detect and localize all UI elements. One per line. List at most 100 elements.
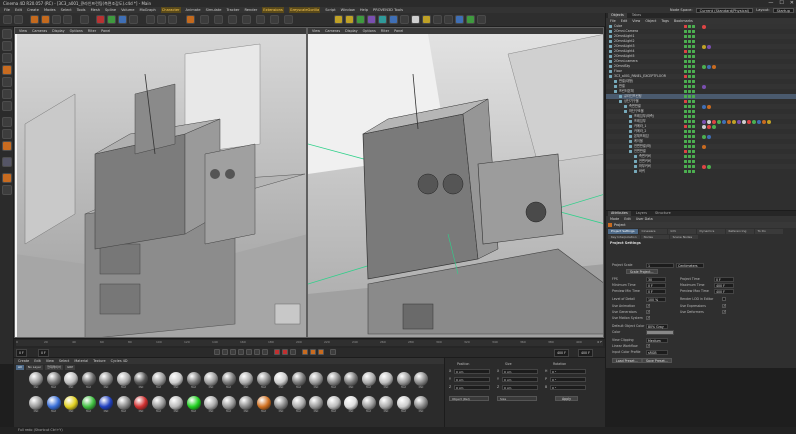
locked-workplane-icon[interactable]: [2, 185, 12, 195]
material-tag-icon[interactable]: [702, 44, 706, 49]
material-swatch[interactable]: Mat: [256, 372, 272, 394]
coords-mode-dropdown[interactable]: Object (Rel): [449, 396, 489, 401]
undo-icon[interactable]: [3, 15, 12, 24]
editor-visibility-icon[interactable]: [684, 95, 687, 98]
render-visibility-icon[interactable]: [688, 90, 691, 93]
material-swatch[interactable]: Mat: [116, 372, 132, 394]
enable-check-icon[interactable]: [692, 30, 695, 33]
render-visibility-icon[interactable]: [688, 140, 691, 143]
render-visibility-icon[interactable]: [688, 70, 691, 73]
enable-check-icon[interactable]: [692, 110, 695, 113]
input-color-dropdown[interactable]: sRGB: [646, 350, 668, 355]
editor-visibility-icon[interactable]: [684, 155, 687, 158]
material-swatch[interactable]: Mat: [378, 372, 394, 394]
render-visibility-icon[interactable]: [688, 55, 691, 58]
material-swatch[interactable]: Mat: [413, 396, 429, 418]
material-tag-icon[interactable]: [707, 124, 711, 129]
use-animation-checkbox[interactable]: [646, 304, 650, 309]
material-filter-tab[interactable]: GRP: [64, 365, 76, 370]
enable-check-icon[interactable]: [692, 95, 695, 98]
material-swatch[interactable]: Mat: [203, 372, 219, 394]
deformer-icon[interactable]: [270, 15, 279, 24]
material-tag-icon[interactable]: [707, 104, 711, 109]
bend-icon[interactable]: [389, 15, 398, 24]
enable-check-icon[interactable]: [692, 50, 695, 53]
enable-snap-icon[interactable]: [2, 173, 12, 183]
enable-check-icon[interactable]: [692, 70, 695, 73]
next-frame-icon[interactable]: [246, 349, 252, 355]
material-swatch[interactable]: Mat: [291, 396, 307, 418]
material-swatch[interactable]: Mat: [151, 372, 167, 394]
tweak-mode-icon[interactable]: [2, 129, 12, 139]
material-swatch[interactable]: Mat: [81, 396, 97, 418]
use-generators-checkbox[interactable]: [646, 310, 650, 315]
timeline-ruler[interactable]: 0 20 40 60 80 100 120 140 160 180 200 220 240 260 280 3…: [16, 340, 603, 346]
enable-check-icon[interactable]: [692, 55, 695, 58]
use-deformers-checkbox[interactable]: [722, 310, 726, 315]
lod-field[interactable]: 100 %: [646, 297, 666, 302]
pen-tool-icon[interactable]: [228, 15, 237, 24]
render-visibility-icon[interactable]: [688, 160, 691, 163]
material-swatch[interactable]: Mat: [361, 396, 377, 418]
cloner-icon[interactable]: [256, 15, 265, 24]
editor-visibility-icon[interactable]: [684, 80, 687, 83]
editor-visibility-icon[interactable]: [684, 40, 687, 43]
material-swatch[interactable]: Mat: [98, 372, 114, 394]
material-swatch[interactable]: Mat: [273, 372, 289, 394]
coords-apply-button[interactable]: Apply: [555, 396, 578, 401]
enable-check-icon[interactable]: [692, 25, 695, 28]
editor-visibility-icon[interactable]: [684, 170, 687, 173]
material-swatch[interactable]: Mat: [63, 396, 79, 418]
editor-visibility-icon[interactable]: [684, 55, 687, 58]
material-swatch[interactable]: Mat: [238, 396, 254, 418]
subdivision-icon[interactable]: [242, 15, 251, 24]
script-icon[interactable]: [433, 15, 442, 24]
solo-mode-icon[interactable]: [2, 157, 12, 167]
floor-icon[interactable]: [400, 15, 409, 24]
coordinate-system-icon[interactable]: [129, 15, 138, 24]
editor-visibility-icon[interactable]: [684, 100, 687, 103]
make-editable-icon[interactable]: [2, 29, 12, 39]
enable-check-icon[interactable]: [692, 120, 695, 123]
material-tag-icon[interactable]: [712, 124, 716, 129]
material-swatch[interactable]: Mat: [168, 396, 184, 418]
render-visibility-icon[interactable]: [688, 30, 691, 33]
close-button[interactable]: ✕: [790, 0, 794, 7]
edges-mode-icon[interactable]: [2, 89, 12, 99]
enable-check-icon[interactable]: [692, 140, 695, 143]
render-visibility-icon[interactable]: [688, 50, 691, 53]
scale-tool-icon[interactable]: [52, 15, 61, 24]
render-visibility-icon[interactable]: [688, 40, 691, 43]
recent-tools-icon[interactable]: [80, 15, 89, 24]
material-swatch[interactable]: Mat: [203, 396, 219, 418]
material-tag-icon[interactable]: [707, 64, 711, 69]
material-menu-item[interactable]: Cycles 4D: [111, 358, 128, 364]
y-axis-icon[interactable]: [107, 15, 116, 24]
auto-key-icon[interactable]: [282, 349, 288, 355]
editor-visibility-icon[interactable]: [684, 130, 687, 133]
render-visibility-icon[interactable]: [688, 75, 691, 78]
x-axis-icon[interactable]: [96, 15, 105, 24]
editor-visibility-icon[interactable]: [684, 135, 687, 138]
enable-check-icon[interactable]: [692, 40, 695, 43]
scale-project-button[interactable]: Scale Project...: [626, 269, 658, 274]
render-visibility-icon[interactable]: [688, 25, 691, 28]
enable-check-icon[interactable]: [692, 135, 695, 138]
render-visibility-icon[interactable]: [688, 35, 691, 38]
coords-size-field[interactable]: 0 cm: [502, 385, 538, 390]
editor-visibility-icon[interactable]: [684, 25, 687, 28]
material-swatch[interactable]: Mat: [28, 396, 44, 418]
editor-visibility-icon[interactable]: [684, 90, 687, 93]
render-visibility-icon[interactable]: [688, 95, 691, 98]
coords-position-field[interactable]: 0 cm: [454, 377, 490, 382]
render-visibility-icon[interactable]: [688, 165, 691, 168]
material-swatch[interactable]: Mat: [81, 372, 97, 394]
render-visibility-icon[interactable]: [688, 60, 691, 63]
editor-visibility-icon[interactable]: [684, 45, 687, 48]
volume-icon[interactable]: [378, 15, 387, 24]
material-tag-icon[interactable]: [707, 134, 711, 139]
material-tag-icon[interactable]: [727, 119, 731, 124]
material-swatch[interactable]: Mat: [396, 372, 412, 394]
preview-min-field[interactable]: 0 F: [646, 289, 666, 294]
enable-check-icon[interactable]: [692, 115, 695, 118]
